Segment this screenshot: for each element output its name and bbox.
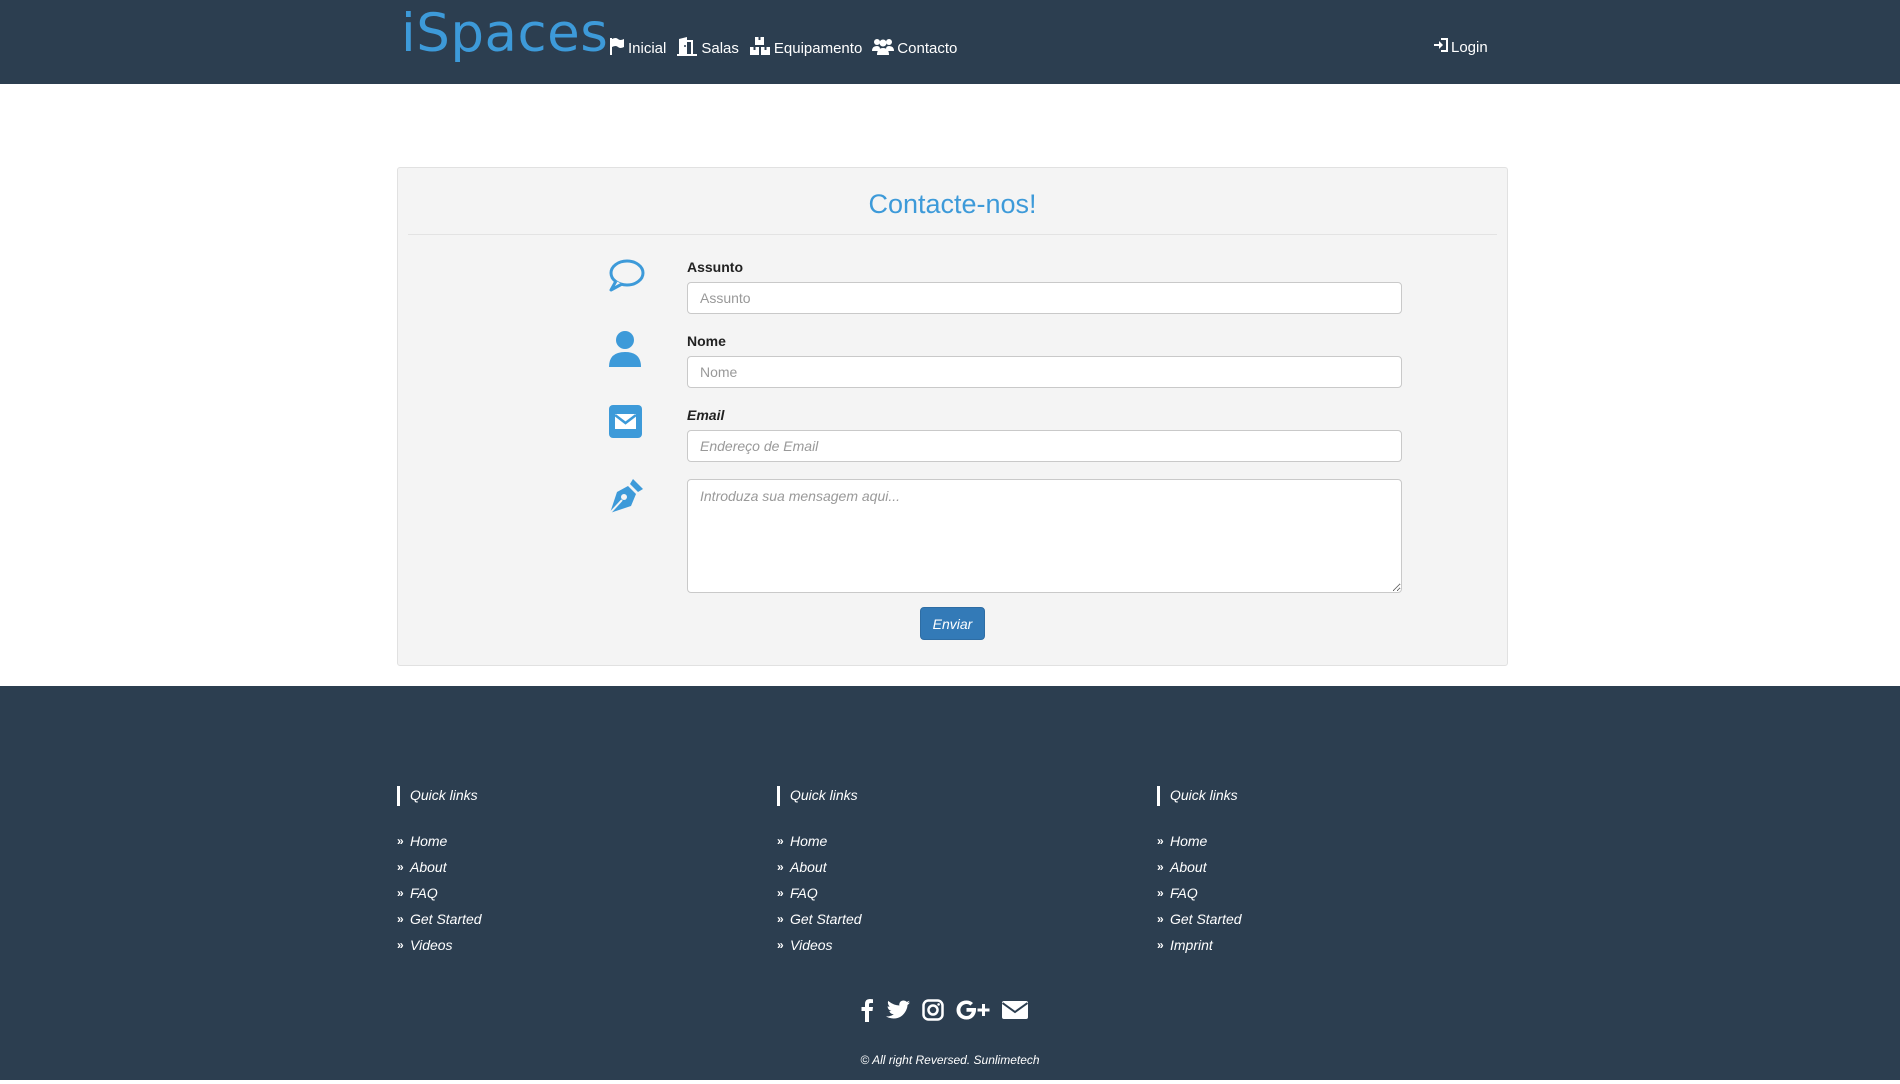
double-chevron-icon: »: [1157, 938, 1164, 952]
envelope-icon[interactable]: [1002, 1000, 1028, 1020]
nav-item-label: Contacto: [897, 39, 958, 57]
double-chevron-icon: »: [397, 860, 404, 874]
speech-bubble-icon: [607, 258, 645, 297]
footer-link-list: » Home » About » FAQ » Get Started » Videos: [777, 832, 862, 962]
nav-item-label: Inicial: [628, 39, 667, 57]
nav-item-label: Equipamento: [773, 39, 863, 57]
boxes-icon: [749, 36, 774, 60]
footer-link-list: » Home » About » FAQ » Get Started » Videos: [397, 832, 482, 962]
facebook-icon[interactable]: [860, 998, 874, 1022]
footer-column-heading: Quick links: [777, 786, 862, 806]
main-nav: Inicial Salas Equipamento Contacto: [609, 37, 967, 59]
footer-link[interactable]: » About: [777, 858, 862, 884]
footer-link[interactable]: » Home: [777, 832, 862, 858]
double-chevron-icon: »: [777, 860, 784, 874]
contact-title: Contacte-nos!: [868, 189, 1037, 219]
footer-column: Quick links » Home » About » FAQ » Get Start…: [1157, 786, 1242, 962]
double-chevron-icon: »: [397, 886, 404, 900]
footer-column-heading: Quick links: [397, 786, 482, 806]
footer-link[interactable]: » Home: [397, 832, 482, 858]
copyright-text: © All right Reversed. Sunlimetech: [0, 1053, 1900, 1067]
footer-column-heading: Quick links: [1157, 786, 1242, 806]
double-chevron-icon: »: [777, 834, 784, 848]
name-label: Nome: [687, 333, 726, 349]
footer-link[interactable]: » Get Started: [397, 910, 482, 936]
submit-button[interactable]: Enviar: [920, 607, 985, 640]
footer-link-list: » Home » About » FAQ » Get Started » Imprint: [1157, 832, 1242, 962]
contact-panel: Contacte-nos! Assunto Nome Email Enviar: [397, 167, 1508, 666]
double-chevron-icon: »: [1157, 886, 1164, 900]
double-chevron-icon: »: [1157, 912, 1164, 926]
footer-link[interactable]: » About: [397, 858, 482, 884]
email-input[interactable]: [687, 430, 1402, 462]
nav-item-equipamento[interactable]: Equipamento: [749, 36, 862, 60]
footer-column: Quick links » Home » About » FAQ » Get Start…: [777, 786, 862, 962]
nav-item-inicial[interactable]: Inicial: [609, 37, 666, 59]
footer-link[interactable]: » Get Started: [777, 910, 862, 936]
login-link[interactable]: Login: [1433, 38, 1488, 56]
footer-link[interactable]: » FAQ: [397, 884, 482, 910]
name-input[interactable]: [687, 356, 1402, 388]
double-chevron-icon: »: [397, 834, 404, 848]
nav-item-label: Salas: [701, 39, 739, 57]
double-chevron-icon: »: [397, 912, 404, 926]
double-chevron-icon: »: [777, 912, 784, 926]
double-chevron-icon: »: [777, 886, 784, 900]
bottom-strip: [0, 1080, 1900, 1084]
footer-link[interactable]: » Videos: [777, 936, 862, 962]
double-chevron-icon: »: [1157, 834, 1164, 848]
message-textarea[interactable]: [687, 479, 1402, 593]
login-label: Login: [1451, 38, 1488, 56]
envelope-icon: [609, 405, 642, 443]
double-chevron-icon: »: [397, 938, 404, 952]
nav-item-salas[interactable]: Salas: [676, 36, 739, 60]
title-divider: [408, 234, 1497, 235]
footer-link[interactable]: » Home: [1157, 832, 1242, 858]
copyright-notice: © All right Reversed.: [860, 1053, 971, 1067]
footer-column: Quick links » Home » About » FAQ » Get Start…: [397, 786, 482, 962]
social-links: [860, 998, 1040, 1022]
top-navbar: iSpaces Inicial Salas Equipamento Contac…: [0, 0, 1900, 84]
twitter-icon[interactable]: [886, 1000, 910, 1020]
door-icon: [676, 36, 701, 60]
double-chevron-icon: »: [1157, 860, 1164, 874]
users-icon: [872, 37, 897, 59]
pen-icon: [607, 477, 645, 520]
company-name[interactable]: Sunlimetech: [974, 1053, 1040, 1067]
footer-link[interactable]: » Imprint: [1157, 936, 1242, 962]
footer-link[interactable]: » FAQ: [1157, 884, 1242, 910]
footer-link[interactable]: » Get Started: [1157, 910, 1242, 936]
footer-link[interactable]: » About: [1157, 858, 1242, 884]
footer-link[interactable]: » FAQ: [777, 884, 862, 910]
nav-item-contacto[interactable]: Contacto: [872, 37, 957, 59]
flag-icon: [609, 37, 628, 59]
footer-link[interactable]: » Videos: [397, 936, 482, 962]
subject-label: Assunto: [687, 259, 743, 275]
login-icon: [1433, 38, 1451, 56]
brand-logo[interactable]: iSpaces: [401, 4, 608, 64]
email-label: Email: [687, 407, 725, 423]
instagram-icon[interactable]: [922, 999, 944, 1021]
subject-input[interactable]: [687, 282, 1402, 314]
site-footer: Quick links » Home » About » FAQ » Get Start…: [0, 686, 1900, 1080]
google-plus-icon[interactable]: [956, 999, 990, 1021]
double-chevron-icon: »: [777, 938, 784, 952]
user-icon: [608, 330, 642, 373]
